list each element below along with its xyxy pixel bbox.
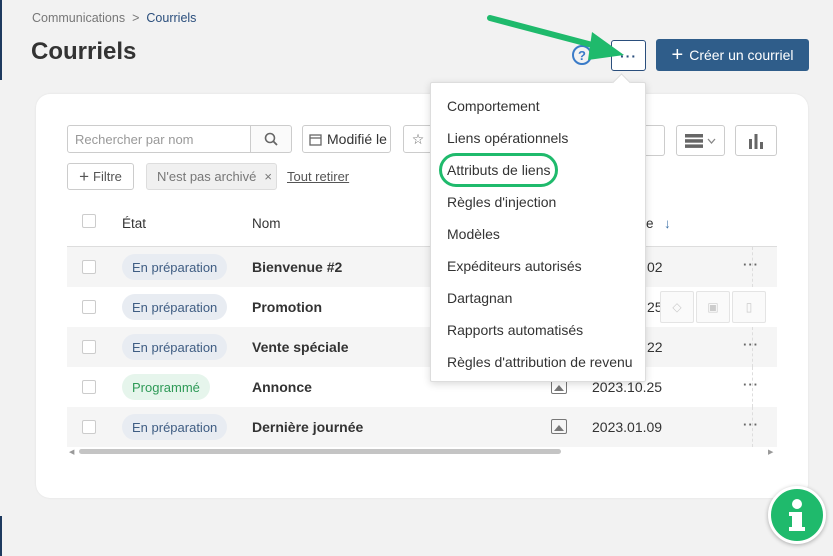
menu-item-dartagnan[interactable]: Dartagnan [447,290,512,306]
emails-card: Rechercher par nom Modifié le ☆ + Filtre… [36,94,808,498]
stats-button[interactable] [735,125,777,156]
status-badge: Programmé [122,374,210,400]
star-icon: ☆ [411,130,425,147]
search-input[interactable]: Rechercher par nom [67,125,251,153]
scrollbar-thumb[interactable] [79,449,561,454]
breadcrumb-separator: > [132,11,140,25]
left-edge-line [0,516,2,556]
table-row[interactable]: En préparation Vente spéciale 22 ··· [67,327,777,367]
select-all-checkbox[interactable] [82,214,96,228]
status-badge: En préparation [122,294,228,320]
create-email-label: Créer un courriel [689,47,794,63]
status-badge: En préparation [122,254,228,280]
row-name[interactable]: Annonce [252,379,312,395]
row-checkbox[interactable] [82,420,96,434]
filter-chip: N'est pas archivé × [146,163,277,190]
sort-desc-icon[interactable]: ↓ [664,216,671,231]
plus-icon: + [79,167,90,186]
menu-item-authorized-senders[interactable]: Expéditeurs autorisés [447,258,582,274]
row-checkbox[interactable] [82,260,96,274]
search-button[interactable] [251,125,292,153]
info-icon [789,499,805,531]
breadcrumb: Communications > Courriels [32,11,196,25]
info-help-button[interactable] [768,486,826,544]
modified-date-filter[interactable]: Modifié le [302,125,391,153]
row-date: 22 [647,339,663,355]
search-icon [264,132,278,146]
filter-chip-label: N'est pas archivé [157,169,257,184]
trash-icon[interactable]: ▯ [732,291,766,323]
add-filter-label: Filtre [93,169,122,184]
status-badge: En préparation [122,414,228,440]
close-icon[interactable]: × [264,169,272,184]
menu-item-injection-rules[interactable]: Règles d'injection [447,194,556,210]
table-row[interactable]: En préparation Promotion 25 ◇ ▣ ▯ [67,287,777,327]
row-checkbox[interactable] [82,340,96,354]
image-icon [551,419,567,434]
menu-item-operational-links[interactable]: Liens opérationnels [447,130,568,146]
breadcrumb-parent[interactable]: Communications [32,11,125,25]
row-more-icon[interactable]: ··· [743,417,759,432]
row-checkbox[interactable] [82,300,96,314]
menu-item-templates[interactable]: Modèles [447,226,500,242]
scroll-left-icon[interactable]: ◀ [69,448,74,456]
table-row[interactable]: En préparation Dernière journée 2023.01.… [67,407,777,447]
row-more-icon[interactable]: ··· [743,337,759,352]
more-options-menu: Comportement Liens opérationnels Attribu… [430,82,646,382]
table-row[interactable]: Programmé Annonce 2023.10.25 ··· [67,367,777,407]
add-filter-button[interactable]: + Filtre [67,163,134,190]
row-name[interactable]: Vente spéciale [252,339,349,355]
annotation-arrow-icon [487,15,624,60]
column-header-date[interactable]: e [646,216,654,231]
create-email-button[interactable]: + Créer un courriel [656,39,809,71]
menu-item-revenue-attribution-rules[interactable]: Règles d'attribution de revenu [447,354,633,370]
row-date: 2023.01.09 [592,419,663,435]
row-hover-actions: ◇ ▣ ▯ [660,291,768,323]
left-edge-line [0,0,2,80]
menu-item-behavior[interactable]: Comportement [447,98,540,114]
tag-icon[interactable]: ◇ [660,291,694,323]
row-name[interactable]: Dernière journée [252,419,363,435]
favorites-filter[interactable]: ☆ [403,125,433,153]
plus-icon: + [671,44,684,66]
archive-icon[interactable]: ▣ [696,291,730,323]
remove-all-filters-link[interactable]: Tout retirer [287,169,349,184]
row-date: 02 [647,259,663,275]
breadcrumb-current[interactable]: Courriels [146,11,196,25]
column-header-name[interactable]: Nom [252,216,281,231]
row-checkbox[interactable] [82,380,96,394]
status-badge: En préparation [122,334,228,360]
row-more-icon[interactable]: ··· [743,377,759,392]
list-view-icon [685,133,703,148]
column-header-state[interactable]: État [122,216,146,231]
modified-date-label: Modifié le [327,131,387,147]
highlight-ring [439,153,558,187]
page-title: Courriels [31,38,137,65]
row-more-icon[interactable]: ··· [743,257,759,272]
row-name[interactable]: Bienvenue #2 [252,259,342,275]
bar-chart-icon [749,133,763,149]
chevron-down-icon [707,138,716,144]
horizontal-scrollbar[interactable]: ◀ ▶ [67,447,777,456]
calendar-icon [309,133,322,146]
table-row[interactable]: En préparation Bienvenue #2 02 ··· [67,247,777,287]
view-mode-dropdown[interactable] [676,125,725,156]
scroll-right-icon[interactable]: ▶ [768,448,773,456]
row-name[interactable]: Promotion [252,299,322,315]
menu-item-automated-reports[interactable]: Rapports automatisés [447,322,583,338]
